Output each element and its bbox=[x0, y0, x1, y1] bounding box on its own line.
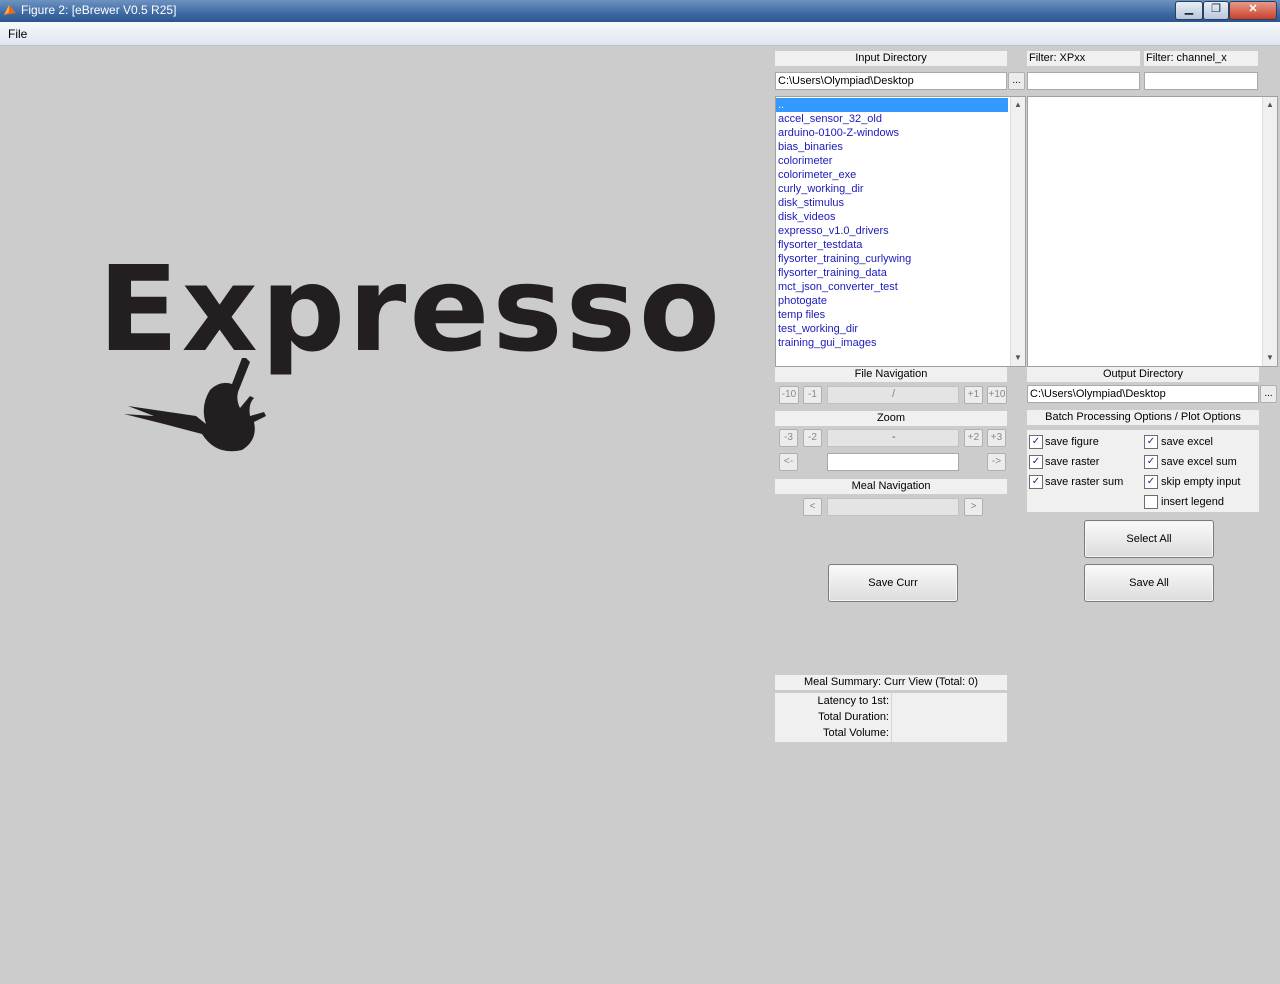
save-raster-label: save raster bbox=[1045, 456, 1100, 468]
close-button[interactable]: ✕ bbox=[1229, 1, 1277, 20]
zoom-minus2-button[interactable]: -2 bbox=[803, 429, 822, 447]
total-volume-label: Total Volume: bbox=[822, 727, 889, 739]
directory-list-item[interactable]: flysorter_testdata bbox=[776, 238, 1008, 252]
directory-list-scrollbar[interactable]: ▲ ▼ bbox=[1010, 97, 1025, 366]
directory-list-item[interactable]: temp files bbox=[776, 308, 1008, 322]
directory-list-item[interactable]: disk_videos bbox=[776, 210, 1008, 224]
directory-list-item[interactable]: .. bbox=[776, 98, 1008, 112]
input-directory-header: Input Directory bbox=[775, 51, 1007, 66]
filter-channel-label: Filter: channel_x bbox=[1144, 51, 1258, 66]
zoom-header: Zoom bbox=[775, 411, 1007, 426]
matlab-icon bbox=[4, 5, 16, 15]
skip-empty-input-checkbox[interactable]: ✓ bbox=[1144, 475, 1158, 489]
batch-options-header: Batch Processing Options / Plot Options bbox=[1027, 410, 1259, 425]
zoom-value: - bbox=[892, 431, 896, 443]
select-all-button[interactable]: Select All bbox=[1084, 520, 1214, 558]
insert-legend-label: insert legend bbox=[1161, 496, 1224, 508]
scroll-up-icon[interactable]: ▲ bbox=[1011, 99, 1025, 111]
directory-list[interactable]: .. accel_sensor_32_old arduino-0100-Z-wind… bbox=[775, 96, 1026, 367]
zoom-plus3-button[interactable]: +3 bbox=[987, 429, 1006, 447]
meal-next-button[interactable]: > bbox=[964, 498, 983, 516]
save-excel-label: save excel bbox=[1161, 436, 1213, 448]
output-directory-header: Output Directory bbox=[1027, 367, 1259, 382]
file-list[interactable]: ▲ ▼ bbox=[1027, 96, 1278, 367]
save-figure-label: save figure bbox=[1045, 436, 1099, 448]
directory-list-item[interactable]: accel_sensor_32_old bbox=[776, 112, 1008, 126]
directory-list-item[interactable]: curly_working_dir bbox=[776, 182, 1008, 196]
zoom-right-button[interactable]: -> bbox=[987, 453, 1006, 471]
directory-list-item[interactable]: photogate bbox=[776, 294, 1008, 308]
skip-empty-input-label: skip empty input bbox=[1161, 476, 1241, 488]
input-directory-browse-button[interactable]: ... bbox=[1008, 72, 1025, 90]
filter-channel-input[interactable] bbox=[1144, 72, 1258, 90]
save-figure-checkbox[interactable]: ✓ bbox=[1029, 435, 1043, 449]
latency-label: Latency to 1st: bbox=[817, 695, 889, 707]
save-raster-checkbox[interactable]: ✓ bbox=[1029, 455, 1043, 469]
directory-list-item[interactable]: expresso_v1.0_drivers bbox=[776, 224, 1008, 238]
fly-silhouette-icon bbox=[124, 358, 266, 452]
save-excel-sum-label: save excel sum bbox=[1161, 456, 1237, 468]
directory-list-item[interactable]: flysorter_training_curlywing bbox=[776, 252, 1008, 266]
zoom-input[interactable] bbox=[827, 453, 959, 471]
filter-xpxx-input[interactable] bbox=[1027, 72, 1140, 90]
zoom-slider[interactable]: - bbox=[827, 429, 959, 447]
window-title: Figure 2: [eBrewer V0.5 R25] bbox=[21, 3, 177, 17]
file-nav-minus10-button[interactable]: -10 bbox=[779, 386, 799, 404]
maximize-button[interactable]: ❐ bbox=[1203, 1, 1229, 20]
menu-bar: File bbox=[0, 22, 1280, 46]
checkmark-icon: ✓ bbox=[1146, 476, 1156, 487]
directory-list-item[interactable]: colorimeter_exe bbox=[776, 168, 1008, 182]
checkmark-icon: ✓ bbox=[1031, 476, 1041, 487]
directory-list-item[interactable]: arduino-0100-Z-windows bbox=[776, 126, 1008, 140]
output-directory-field[interactable]: C:\Users\Olympiad\Desktop bbox=[1027, 385, 1259, 403]
checkmark-icon: ✓ bbox=[1031, 436, 1041, 447]
zoom-minus3-button[interactable]: -3 bbox=[779, 429, 798, 447]
file-nav-plus1-button[interactable]: +1 bbox=[964, 386, 983, 404]
zoom-plus2-button[interactable]: +2 bbox=[964, 429, 983, 447]
save-curr-button[interactable]: Save Curr bbox=[828, 564, 958, 602]
checkmark-icon: ✓ bbox=[1031, 456, 1041, 467]
file-nav-value: / bbox=[892, 388, 896, 400]
file-nav-plus10-button[interactable]: +10 bbox=[987, 386, 1007, 404]
save-raster-sum-checkbox[interactable]: ✓ bbox=[1029, 475, 1043, 489]
expresso-logo: Expresso bbox=[98, 240, 720, 462]
filter-xpxx-label: Filter: XPxx bbox=[1027, 51, 1140, 66]
minimize-button[interactable]: ▁ bbox=[1175, 1, 1203, 20]
meal-slider[interactable] bbox=[827, 498, 959, 516]
title-bar[interactable]: Figure 2: [eBrewer V0.5 R25] ▁ ❐ ✕ bbox=[0, 0, 1280, 22]
checkmark-icon: ✓ bbox=[1146, 436, 1156, 447]
file-nav-minus1-button[interactable]: -1 bbox=[803, 386, 822, 404]
directory-list-item[interactable]: mct_json_converter_test bbox=[776, 280, 1008, 294]
directory-list-item[interactable]: bias_binaries bbox=[776, 140, 1008, 154]
directory-list-item[interactable]: test_working_dir bbox=[776, 322, 1008, 336]
directory-list-item[interactable]: disk_stimulus bbox=[776, 196, 1008, 210]
meal-navigation-header: Meal Navigation bbox=[775, 479, 1007, 494]
file-navigation-header: File Navigation bbox=[775, 367, 1007, 382]
scroll-down-icon[interactable]: ▼ bbox=[1011, 352, 1025, 364]
total-duration-label: Total Duration: bbox=[818, 711, 889, 723]
summary-divider bbox=[891, 693, 892, 742]
scroll-down-icon[interactable]: ▼ bbox=[1263, 352, 1277, 364]
scroll-up-icon[interactable]: ▲ bbox=[1263, 99, 1277, 111]
menu-file[interactable]: File bbox=[8, 27, 27, 41]
save-all-button[interactable]: Save All bbox=[1084, 564, 1214, 602]
batch-options-panel: ✓ save figure ✓ save excel ✓ save raster… bbox=[1027, 430, 1259, 512]
save-raster-sum-label: save raster sum bbox=[1045, 476, 1124, 488]
save-excel-sum-checkbox[interactable]: ✓ bbox=[1144, 455, 1158, 469]
input-directory-field[interactable]: C:\Users\Olympiad\Desktop bbox=[775, 72, 1007, 90]
meal-prev-button[interactable]: < bbox=[803, 498, 822, 516]
zoom-left-button[interactable]: <- bbox=[779, 453, 798, 471]
directory-list-item[interactable]: training_gui_images bbox=[776, 336, 1008, 350]
meal-summary-header: Meal Summary: Curr View (Total: 0) bbox=[775, 675, 1007, 690]
file-list-scrollbar[interactable]: ▲ ▼ bbox=[1262, 97, 1277, 366]
checkmark-icon: ✓ bbox=[1146, 456, 1156, 467]
file-nav-slider[interactable]: / bbox=[827, 386, 959, 404]
insert-legend-checkbox[interactable] bbox=[1144, 495, 1158, 509]
meal-summary-panel: Latency to 1st: Total Duration: Total Vo… bbox=[775, 693, 1007, 742]
save-excel-checkbox[interactable]: ✓ bbox=[1144, 435, 1158, 449]
directory-list-item[interactable]: flysorter_training_data bbox=[776, 266, 1008, 280]
output-directory-browse-button[interactable]: ... bbox=[1260, 385, 1277, 403]
directory-list-item[interactable]: colorimeter bbox=[776, 154, 1008, 168]
